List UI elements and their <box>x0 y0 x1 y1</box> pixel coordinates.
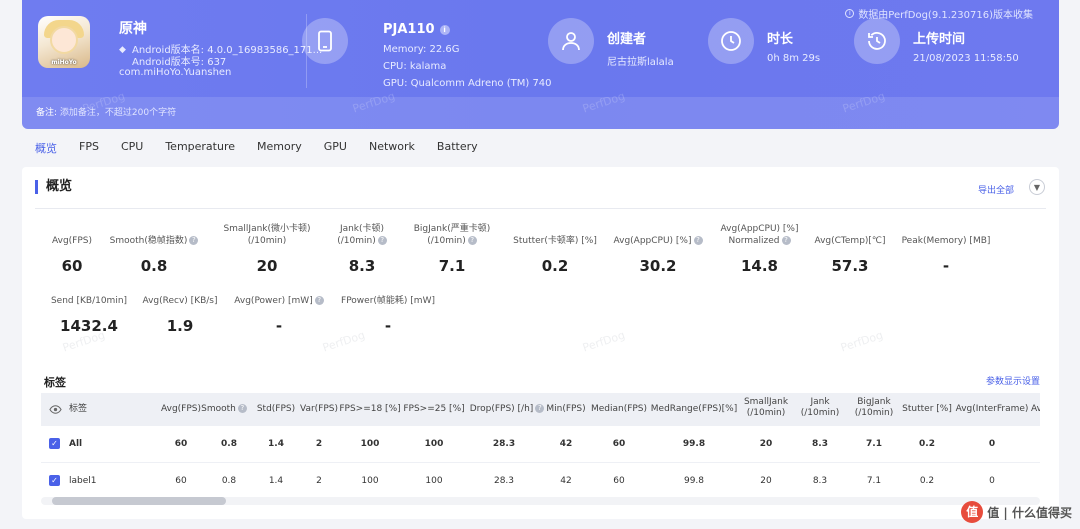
app-package: com.miHoYo.Yuanshen <box>119 67 232 78</box>
col-header: Avg(F <box>1031 404 1040 414</box>
metric-avg-app-cpu-normalized: Avg(AppCPU) [%] Normalized? 14.8 <box>720 224 799 275</box>
col-header: BigJank (/10min) <box>854 397 894 418</box>
col-header: Drop(FPS) [/h]? <box>465 404 549 415</box>
help-icon[interactable]: ? <box>693 236 703 245</box>
metric-peak-memory: Peak(Memory) [MB] - <box>901 236 991 275</box>
device-cpu: CPU: kalama <box>383 61 447 72</box>
col-header: SmallJank (/10min) <box>743 397 789 418</box>
col-header: 标签 <box>69 404 88 414</box>
col-header: Std(FPS) <box>256 404 296 414</box>
col-header: Min(FPS) <box>546 404 586 414</box>
creator-label: 创建者 <box>607 32 647 47</box>
tab-network[interactable]: Network <box>369 140 415 162</box>
watermark: PerfDog <box>839 328 885 355</box>
duration-value: 0h 8m 29s <box>767 53 821 64</box>
tab-battery[interactable]: Battery <box>437 140 478 162</box>
report-header: i 数据由PerfDog(9.1.230716)版本收集 miHoYo 原神 ◆… <box>22 0 1059 129</box>
metric-small-jank: SmallJank(微小卡顿) (/10min) 20 <box>223 224 311 275</box>
android-icon: ◆ <box>119 45 126 55</box>
panel-title: 概览 <box>35 180 72 194</box>
overview-panel: 概览 导出全部 ▼ Avg(FPS) 60 Smooth(稳帧指数)? 0.8 … <box>22 167 1059 519</box>
upload-time-label: 上传时间 <box>913 32 966 47</box>
chevron-down-icon: ▼ <box>1033 182 1041 192</box>
device-gpu: GPU: Qualcomm Adreno (TM) 740 <box>383 78 552 89</box>
table-header: 标签 Avg(FPS) Smooth? Std(FPS) Var(FPS) FP… <box>41 393 1040 426</box>
tab-memory[interactable]: Memory <box>257 140 302 162</box>
help-icon[interactable]: ? <box>781 236 791 245</box>
col-header: Stutter [%] <box>902 404 952 414</box>
col-header: Median(FPS) <box>590 404 648 414</box>
metric-stutter: Stutter(卡顿率) [%] 0.2 <box>513 236 597 275</box>
metric-fpower: FPower(帧能耗) [mW] - <box>341 296 435 335</box>
help-icon[interactable]: ? <box>189 236 199 245</box>
collapse-toggle[interactable]: ▼ <box>1029 179 1045 195</box>
col-header: Smooth? <box>201 404 247 415</box>
col-header: MedRange(FPS)[%] <box>650 404 738 414</box>
row-checkbox[interactable]: ✓ <box>49 475 60 486</box>
col-header: FPS>=25 [%] <box>403 404 465 414</box>
creator-value: 尼古拉斯lalala <box>607 57 674 68</box>
col-header: Var(FPS) <box>299 404 338 414</box>
col-header: FPS>=18 [%] <box>339 404 401 414</box>
tags-table: 标签 Avg(FPS) Smooth? Std(FPS) Var(FPS) FP… <box>41 393 1040 493</box>
tab-overview[interactable]: 概览 <box>35 140 57 162</box>
tab-bar: 概览 FPS CPU Temperature Memory GPU Networ… <box>35 140 500 162</box>
device-info-icon[interactable]: i <box>439 24 450 35</box>
metric-send: Send [KB/10min] 1432.4 <box>50 296 128 335</box>
tab-cpu[interactable]: CPU <box>121 140 143 162</box>
help-icon[interactable]: ? <box>377 236 387 245</box>
eye-icon[interactable] <box>49 404 62 415</box>
param-settings-link[interactable]: 参数显示设置 <box>986 374 1040 387</box>
watermark: PerfDog <box>581 328 627 355</box>
col-header: Avg(InterFrame) <box>955 404 1029 414</box>
metric-avg-ctemp: Avg(CTemp)[℃] 57.3 <box>814 236 886 275</box>
help-icon[interactable]: ? <box>314 296 324 305</box>
table-row[interactable]: ✓ All 60 0.8 1.4 2 100 100 28.3 42 60 99… <box>41 426 1040 463</box>
site-watermark: 值 值 | 什么值得买 <box>961 501 1072 523</box>
col-header: Jank (/10min) <box>800 397 840 418</box>
divider <box>35 208 1046 209</box>
metric-avg-app-cpu: Avg(AppCPU) [%]? 30.2 <box>607 235 709 275</box>
user-icon <box>548 18 594 64</box>
info-icon: i <box>845 9 855 18</box>
device-memory: Memory: 22.6G <box>383 44 460 55</box>
metric-big-jank: BigJank(严重卡顿) (/10min)? 7.1 <box>413 224 491 275</box>
table-row[interactable]: ✓ label1 60 0.8 1.4 2 100 100 28.3 42 60… <box>41 463 1040 493</box>
metric-jank: Jank(卡顿) (/10min)? 8.3 <box>322 223 402 275</box>
metric-smooth: Smooth(稳帧指数)? 0.8 <box>106 235 202 275</box>
metric-avg-recv: Avg(Recv) [KB/s] 1.9 <box>142 296 218 335</box>
help-icon[interactable]: ? <box>237 404 247 413</box>
duration-label: 时长 <box>767 32 794 47</box>
zhide-logo-icon: 值 <box>961 501 984 523</box>
tags-title: 标签 <box>44 376 66 389</box>
app-icon: miHoYo <box>38 16 90 68</box>
phone-icon <box>302 18 348 64</box>
tab-fps[interactable]: FPS <box>79 140 99 162</box>
metric-avg-power: Avg(Power) [mW]? - <box>230 295 328 335</box>
note-input[interactable]: 备注: 添加备注，不超过200个字符 <box>22 97 1059 129</box>
history-icon <box>854 18 900 64</box>
device-model: PJA110 i <box>383 22 450 37</box>
upload-time-value: 21/08/2023 11:58:50 <box>913 53 1019 64</box>
export-all-link[interactable]: 导出全部 <box>978 183 1014 196</box>
app-version-code: Android版本号: 637 <box>132 57 227 68</box>
tab-gpu[interactable]: GPU <box>324 140 347 162</box>
horizontal-scrollbar-thumb[interactable] <box>52 497 226 505</box>
tab-temperature[interactable]: Temperature <box>165 140 235 162</box>
row-checkbox[interactable]: ✓ <box>49 438 60 449</box>
help-icon[interactable]: ? <box>467 236 477 245</box>
metric-avg-fps: Avg(FPS) 60 <box>51 236 92 275</box>
app-name: 原神 <box>119 21 147 37</box>
clock-icon <box>708 18 754 64</box>
